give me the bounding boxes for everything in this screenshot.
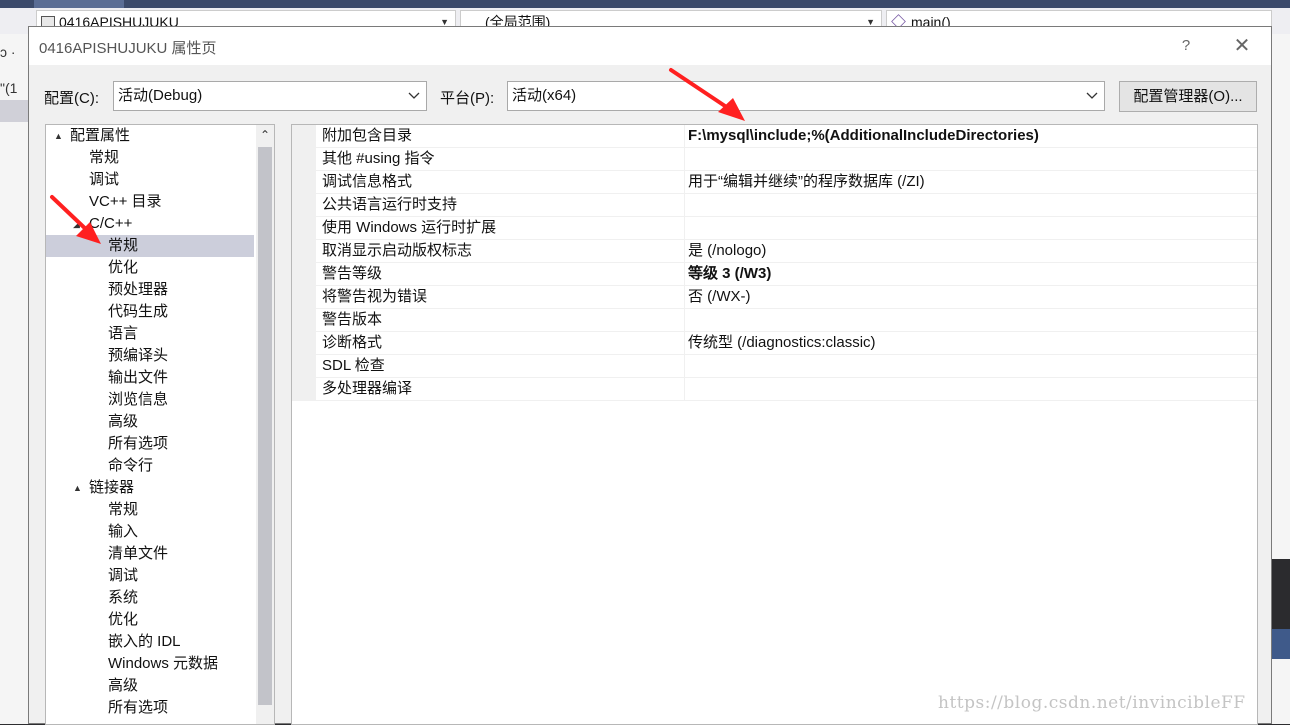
arrow-to-general-node-icon (50, 195, 101, 244)
watermark: https://blog.csdn.net/invincibleFF (938, 693, 1246, 713)
arrow-to-include-dirs-icon (669, 68, 745, 121)
annotation-arrows (50, 68, 745, 244)
